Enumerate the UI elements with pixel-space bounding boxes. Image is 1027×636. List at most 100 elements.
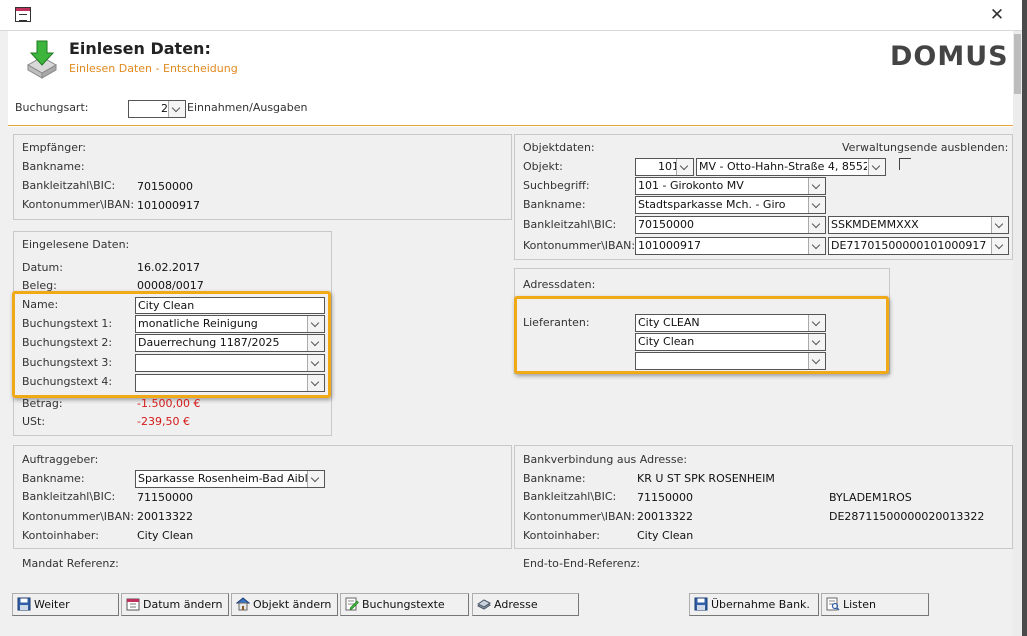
objekt-bic-value: SSKMDEMMXXX bbox=[831, 218, 919, 231]
calendar-icon bbox=[126, 598, 140, 611]
weiter-button-label: Weiter bbox=[34, 598, 70, 611]
end-to-end-referenz-label: End-to-End-Referenz: bbox=[523, 557, 641, 570]
page-subtitle: Einlesen Daten - Entscheidung bbox=[69, 62, 238, 75]
chevron-down-icon[interactable] bbox=[808, 197, 825, 213]
objekt-bankname-label: Bankname: bbox=[523, 198, 586, 211]
buchungsart-value: 2 bbox=[161, 102, 168, 115]
objekt-name-value: MV - Otto-Hahn-Straße 4, 85521 Ottobrunn bbox=[699, 160, 867, 173]
chevron-down-icon[interactable] bbox=[307, 471, 324, 487]
name-buchungstext-highlight bbox=[12, 291, 331, 398]
suchbegriff-value: 101 - Girokonto MV bbox=[638, 179, 744, 192]
listen-button-label: Listen bbox=[843, 598, 876, 611]
chevron-down-icon[interactable] bbox=[808, 217, 825, 233]
eingelesen-title: Eingelesene Daten: bbox=[22, 238, 130, 251]
scrollbar-thumb[interactable] bbox=[1014, 34, 1021, 94]
buchungsart-select[interactable]: 2 bbox=[128, 100, 186, 118]
empfaenger-bankname-label: Bankname: bbox=[22, 160, 85, 173]
suchbegriff-label: Suchbegriff: bbox=[523, 179, 590, 192]
objekt-blz-value: 70150000 bbox=[638, 218, 694, 231]
vertical-scrollbar[interactable] bbox=[1013, 31, 1022, 636]
empfaenger-konto-value: 101000917 bbox=[137, 199, 200, 212]
objekt-blz-select[interactable]: 70150000 bbox=[635, 216, 826, 234]
weiter-button[interactable]: Weiter bbox=[12, 593, 119, 616]
bankverbindung-konto-value: 20013322 bbox=[637, 510, 693, 523]
buchungstexte-button[interactable]: Buchungstexte bbox=[340, 593, 469, 616]
header-divider bbox=[8, 125, 1020, 126]
close-icon[interactable]: ✕ bbox=[986, 4, 1008, 26]
ust-label: USt: bbox=[22, 415, 46, 428]
chevron-down-icon[interactable] bbox=[868, 159, 885, 175]
objekt-konto-value: 101000917 bbox=[638, 239, 701, 252]
objekt-aendern-button-label: Objekt ändern bbox=[253, 598, 332, 611]
bankverbindung-bic-value: BYLADEM1ROS bbox=[829, 491, 912, 504]
domus-logo: DOMUS bbox=[890, 41, 1009, 72]
adressdaten-title: Adressdaten: bbox=[523, 278, 596, 291]
auftraggeber-blz-label: Bankleitzahl\BIC: bbox=[22, 490, 116, 503]
auftraggeber-bankname-select[interactable]: Sparkasse Rosenheim-Bad Aiblin bbox=[135, 470, 325, 488]
objektdaten-title: Objektdaten: bbox=[523, 141, 595, 154]
objekt-iban-select[interactable]: DE71701500000101000917 bbox=[828, 237, 1009, 255]
datum-aendern-button[interactable]: Datum ändern bbox=[121, 593, 229, 616]
bankverbindung-bankname-label: Bankname: bbox=[523, 472, 586, 485]
betrag-label: Betrag: bbox=[22, 397, 63, 410]
auftraggeber-bankname-label: Bankname: bbox=[22, 472, 85, 485]
auftraggeber-konto-label: Kontonummer\IBAN: bbox=[22, 510, 135, 523]
page-title: Einlesen Daten: bbox=[69, 39, 211, 58]
suchbegriff-select[interactable]: 101 - Girokonto MV bbox=[635, 177, 826, 195]
uebernahme-bank-button[interactable]: Übernahme Bank. bbox=[689, 593, 819, 616]
chevron-down-icon[interactable] bbox=[168, 101, 185, 117]
lieferanten-highlight bbox=[514, 296, 889, 374]
download-tray-icon bbox=[26, 40, 58, 79]
objekt-konto-label: Kontonummer\IBAN: bbox=[523, 239, 636, 252]
buchungstexte-button-label: Buchungstexte bbox=[362, 598, 445, 611]
bankverbindung-bankname-value: KR U ST SPK ROSENHEIM bbox=[637, 472, 775, 485]
empfaenger-blz-label: Bankleitzahl\BIC: bbox=[22, 179, 116, 192]
chevron-down-icon[interactable] bbox=[808, 178, 825, 194]
objekt-bankname-select[interactable]: Stadtsparkasse Mch. - Giro bbox=[635, 196, 826, 214]
auftraggeber-title: Auftraggeber: bbox=[22, 453, 99, 466]
chevron-down-icon[interactable] bbox=[991, 217, 1008, 233]
objekt-bic-select[interactable]: SSKMDEMMXXX bbox=[828, 216, 1009, 234]
verwaltungsende-checkbox[interactable] bbox=[899, 158, 911, 170]
house-icon bbox=[236, 597, 250, 611]
objekt-name-select[interactable]: MV - Otto-Hahn-Straße 4, 85521 Ottobrunn bbox=[696, 158, 886, 176]
title-bar: ✕ bbox=[0, 0, 1022, 31]
chevron-down-icon[interactable] bbox=[991, 238, 1008, 254]
adresse-button-label: Adresse bbox=[494, 598, 538, 611]
objekt-aendern-button[interactable]: Objekt ändern bbox=[231, 593, 338, 616]
buchungsart-label: Buchungsart: bbox=[15, 101, 89, 114]
adresse-button[interactable]: Adresse bbox=[472, 593, 579, 616]
datum-aendern-button-label: Datum ändern bbox=[143, 598, 223, 611]
buchungsart-description: Einnahmen/Ausgaben bbox=[187, 101, 308, 114]
objekt-konto-select[interactable]: 101000917 bbox=[635, 237, 826, 255]
bankverbindung-konto-label: Kontonummer\IBAN: bbox=[523, 510, 636, 523]
uebernahme-bank-button-label: Übernahme Bank. bbox=[711, 598, 810, 611]
objekt-bankname-value: Stadtsparkasse Mch. - Giro bbox=[638, 198, 786, 211]
objekt-nr-select[interactable]: 101 bbox=[635, 158, 694, 176]
form-app-icon bbox=[15, 7, 31, 22]
bankverbindung-inhaber-label: Kontoinhaber: bbox=[523, 529, 600, 542]
auftraggeber-inhaber-value: City Clean bbox=[137, 529, 194, 542]
datum-value: 16.02.2017 bbox=[137, 261, 200, 274]
save-disk-icon bbox=[17, 597, 31, 611]
bankverbindung-inhaber-value: City Clean bbox=[637, 529, 694, 542]
chevron-down-icon[interactable] bbox=[808, 238, 825, 254]
auftraggeber-konto-value: 20013322 bbox=[137, 510, 193, 523]
objekt-label: Objekt: bbox=[523, 160, 563, 173]
empfaenger-title: Empfänger: bbox=[22, 141, 87, 154]
bankverbindung-title: Bankverbindung aus Adresse: bbox=[523, 453, 688, 466]
betrag-value: -1.500,00 € bbox=[137, 397, 201, 410]
empfaenger-konto-label: Kontonummer\IBAN: bbox=[22, 198, 135, 211]
address-book-icon bbox=[477, 599, 491, 610]
mandat-referenz-label: Mandat Referenz: bbox=[22, 557, 119, 570]
empfaenger-blz-value: 70150000 bbox=[137, 180, 193, 193]
objekt-iban-value: DE71701500000101000917 bbox=[831, 239, 987, 252]
bankverbindung-blz-label: Bankleitzahl\BIC: bbox=[523, 490, 617, 503]
bankverbindung-blz-value: 71150000 bbox=[637, 491, 693, 504]
chevron-down-icon[interactable] bbox=[676, 159, 693, 175]
verwaltungsende-label: Verwaltungsende ausblenden: bbox=[842, 141, 1009, 154]
ust-value: -239,50 € bbox=[137, 415, 190, 428]
auftraggeber-bankname-value: Sparkasse Rosenheim-Bad Aiblin bbox=[138, 472, 318, 485]
listen-button[interactable]: Listen bbox=[821, 593, 929, 616]
objekt-blz-label: Bankleitzahl\BIC: bbox=[523, 218, 617, 231]
